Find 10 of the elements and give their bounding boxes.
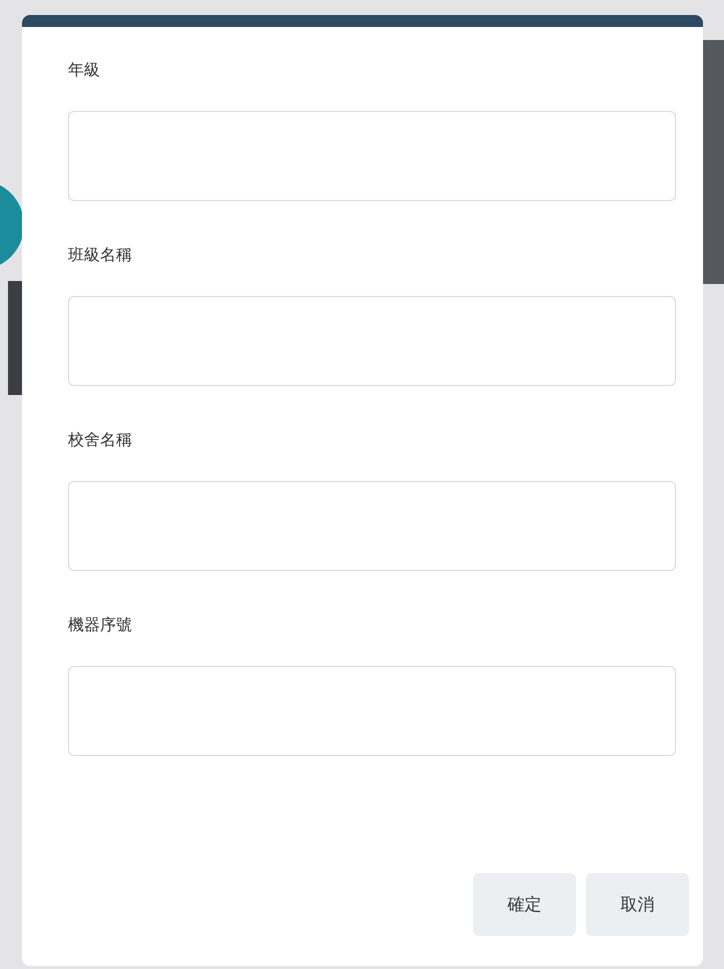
field-label: 校舍名稱	[68, 429, 133, 451]
input-field[interactable]	[68, 296, 676, 386]
field-label: 年級	[68, 59, 101, 81]
input-field[interactable]	[68, 481, 676, 571]
dialog-button[interactable]: 確定	[473, 873, 576, 936]
dialog-button[interactable]: 取消	[586, 873, 689, 936]
input-field[interactable]	[68, 666, 676, 756]
field-label: 班級名稱	[68, 244, 133, 266]
input-field[interactable]	[68, 111, 676, 201]
field-label: 機器序號	[68, 614, 133, 636]
